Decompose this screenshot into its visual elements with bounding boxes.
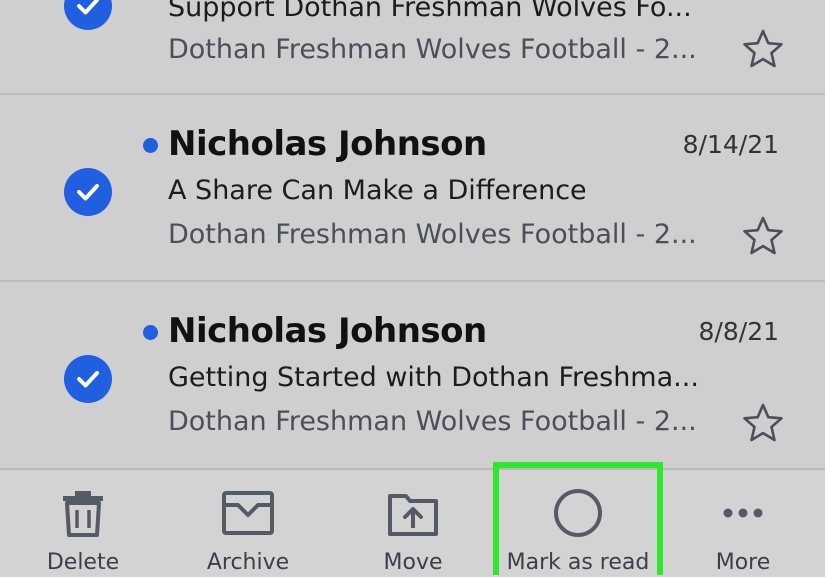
- move-icon: [388, 494, 438, 536]
- email-row[interactable]: Nicholas Johnson 8/14/21 A Share Can Mak…: [0, 95, 825, 280]
- delete-button[interactable]: Delete: [38, 470, 128, 577]
- delete-label: Delete: [46, 550, 120, 575]
- email-sender: Nicholas Johnson: [168, 124, 487, 164]
- archive-button[interactable]: Archive: [193, 470, 303, 577]
- email-preview: Dothan Freshman Wolves Football - 2...: [168, 406, 697, 437]
- check-icon[interactable]: [64, 168, 112, 216]
- email-date: 8/14/21: [682, 130, 779, 159]
- email-subject: A Share Can Make a Difference: [168, 175, 587, 206]
- email-date: 8/8/21: [698, 317, 779, 346]
- email-row[interactable]: Support Dothan Freshman Wolves Fo... Dot…: [0, 0, 825, 93]
- email-sender: Nicholas Johnson: [168, 311, 487, 351]
- email-row[interactable]: Nicholas Johnson 8/8/21 Getting Started …: [0, 282, 825, 468]
- ellipsis-icon: [723, 508, 763, 518]
- email-preview: Dothan Freshman Wolves Football - 2...: [168, 219, 697, 250]
- unread-dot-icon: [143, 325, 158, 340]
- more-button[interactable]: More: [698, 470, 788, 577]
- unread-dot-icon: [143, 138, 158, 153]
- check-icon[interactable]: [64, 0, 112, 30]
- move-button[interactable]: Move: [368, 470, 458, 577]
- action-toolbar: Delete Archive Move Mark as read More: [0, 468, 825, 577]
- email-subject: Support Dothan Freshman Wolves Fo...: [168, 0, 692, 23]
- star-icon[interactable]: [742, 402, 784, 442]
- trash-icon: [63, 491, 103, 537]
- more-label: More: [715, 550, 771, 575]
- email-subject: Getting Started with Dothan Freshma...: [168, 362, 699, 393]
- email-list: Support Dothan Freshman Wolves Fo... Dot…: [0, 0, 825, 468]
- archive-label: Archive: [206, 550, 290, 575]
- star-icon[interactable]: [742, 215, 784, 255]
- highlight-box: [493, 462, 663, 575]
- check-icon[interactable]: [64, 355, 112, 403]
- move-label: Move: [383, 550, 443, 575]
- email-preview: Dothan Freshman Wolves Football - 2...: [168, 34, 697, 65]
- archive-icon: [222, 491, 274, 535]
- star-icon[interactable]: [742, 28, 784, 68]
